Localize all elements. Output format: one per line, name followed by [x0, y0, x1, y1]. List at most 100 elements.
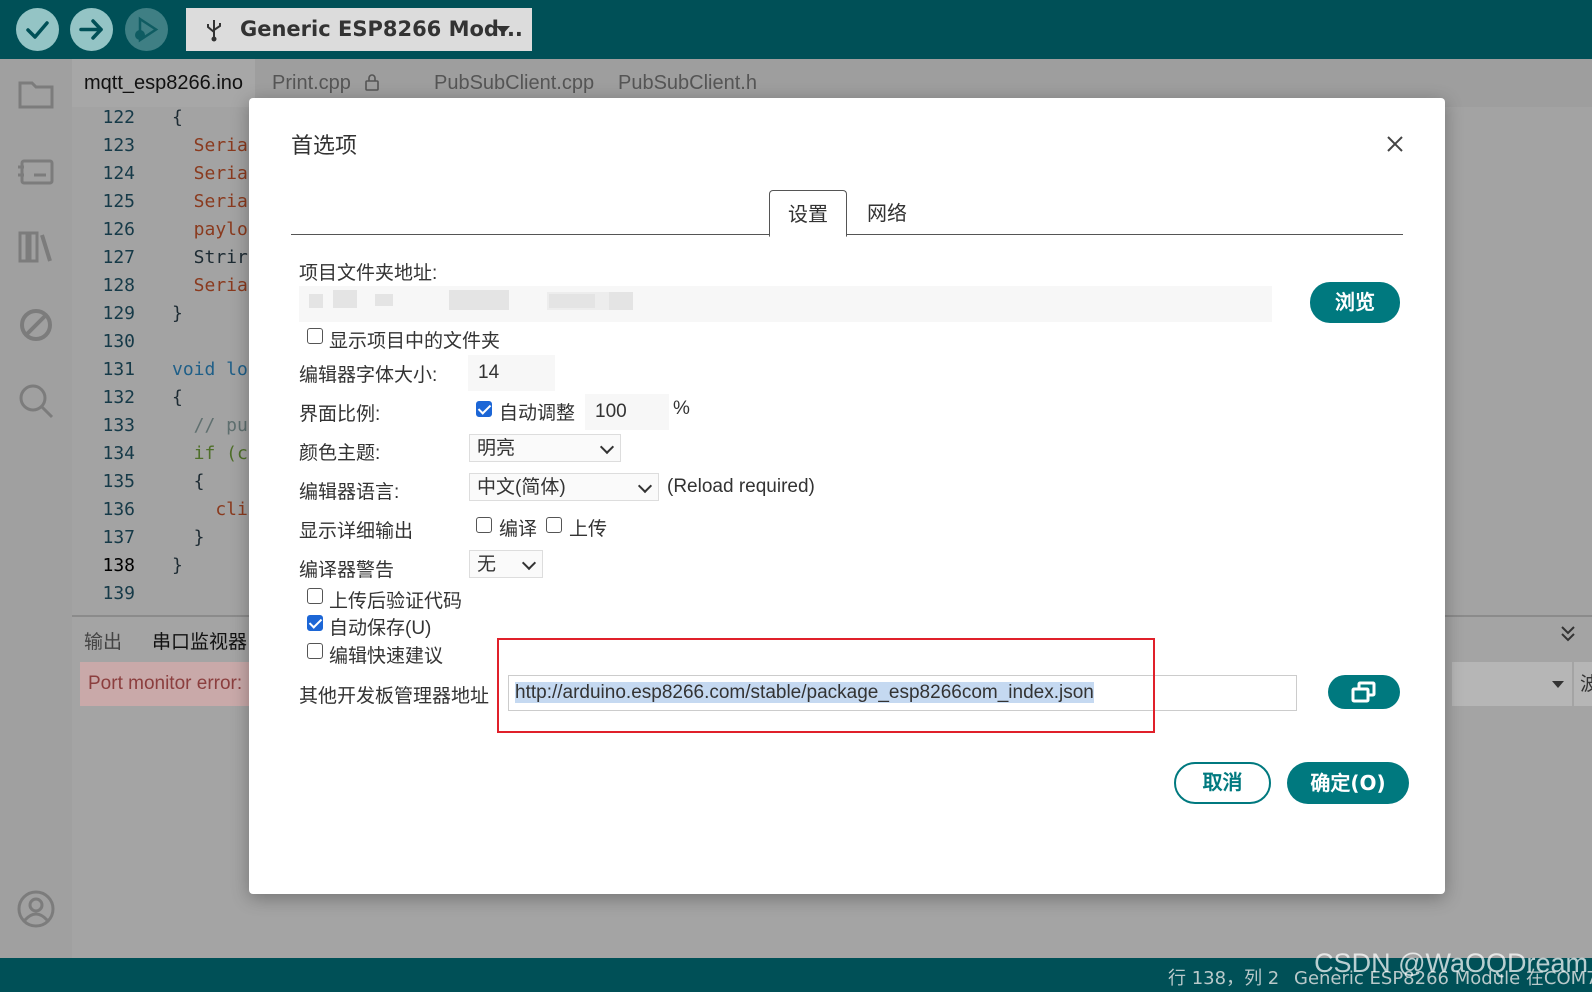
show-files-checkbox[interactable] [307, 328, 323, 344]
status-bar: 行 138，列 2 Generic ESP8266 Module 在COM7上 … [0, 948, 1592, 992]
line-number: 133 [102, 415, 135, 436]
line-number: 126 [102, 219, 135, 240]
sketchbook-path-input[interactable] [299, 286, 1272, 322]
tab-output[interactable]: 输出 [84, 627, 122, 654]
search-icon[interactable] [16, 381, 56, 421]
line-number: 137 [102, 527, 135, 548]
verbose-upload-label: 上传 [569, 519, 608, 540]
reload-note: (Reload required) [667, 476, 815, 497]
debug-icon[interactable] [16, 305, 56, 345]
chevron-down-icon [1552, 681, 1564, 688]
tab-settings[interactable]: 设置 [769, 190, 847, 237]
chevron-down-icon [496, 26, 510, 34]
verbose-compile-checkbox[interactable] [476, 517, 492, 533]
scale-label: 界面比例: [299, 404, 381, 425]
language-select[interactable]: 中文(简体) [469, 473, 659, 501]
debug-icon [135, 16, 159, 43]
theme-select[interactable]: 明亮 [469, 434, 621, 462]
debug-button[interactable] [125, 8, 168, 51]
warnings-label: 编译器警告 [299, 560, 395, 581]
upload-button[interactable] [70, 8, 113, 51]
board-icon[interactable] [16, 151, 56, 191]
warnings-value: 无 [477, 554, 497, 575]
browse-button[interactable]: 浏览 [1310, 282, 1400, 323]
preferences-dialog: 首选项 设置 网络 项目文件夹地址: 浏览 显示项目中的文件夹 编辑器字体大小:… [249, 98, 1445, 894]
quick-suggest-checkbox[interactable] [307, 643, 323, 659]
code-line: Strir [172, 247, 248, 268]
warnings-select[interactable]: 无 [469, 550, 543, 578]
line-number: 127 [102, 247, 135, 268]
open-window-icon [1351, 681, 1376, 703]
chevron-down-icon [637, 478, 653, 494]
line-number: 135 [102, 471, 135, 492]
chevron-down-icon [521, 555, 537, 571]
close-icon[interactable] [1385, 134, 1405, 154]
edit-urls-button[interactable] [1328, 675, 1400, 709]
theme-value: 明亮 [477, 438, 516, 459]
code-line: Seria [172, 135, 248, 156]
sidebar [0, 59, 72, 958]
line-number: 123 [102, 135, 135, 156]
code-line: Seria [172, 191, 248, 212]
tab-network[interactable]: 网络 [857, 190, 917, 235]
verify-button[interactable] [16, 8, 59, 51]
code-line: cli [172, 499, 248, 520]
redacted-path [309, 294, 323, 308]
usb-icon [207, 20, 221, 42]
code-line: { [172, 107, 183, 128]
autosave-checkbox[interactable] [307, 615, 323, 631]
show-files-label: 显示项目中的文件夹 [329, 331, 501, 352]
library-icon[interactable] [16, 227, 56, 267]
theme-label: 颜色主题: [299, 443, 381, 464]
code-line: { [172, 387, 183, 408]
scale-auto-checkbox[interactable] [476, 401, 492, 417]
tab-mqtt-esp8266[interactable]: mqtt_esp8266.ino [72, 59, 256, 107]
tab-serial-monitor[interactable]: 串口监视器 [152, 627, 247, 654]
line-ending-select[interactable] [1452, 662, 1572, 706]
watermark: CSDN @WaOQDream [1314, 948, 1588, 978]
board-selector[interactable]: Generic ESP8266 Mod... [186, 8, 532, 51]
line-number: 125 [102, 191, 135, 212]
code-line: // pu [172, 415, 248, 436]
code-line: } [172, 555, 183, 576]
highlight-box [497, 638, 1155, 733]
code-line: Seria [172, 163, 248, 184]
line-number: 138 [102, 555, 135, 576]
folder-icon[interactable] [16, 73, 56, 113]
line-number: 136 [102, 499, 135, 520]
verify-after-upload-checkbox[interactable] [307, 588, 323, 604]
tabs-divider [291, 234, 1403, 235]
chevron-down-icon [599, 439, 615, 455]
line-number: 132 [102, 387, 135, 408]
port-monitor-error: Port monitor error: [80, 662, 252, 706]
line-number: 124 [102, 163, 135, 184]
redacted-path [333, 290, 357, 308]
code-line: void lo [172, 359, 248, 380]
verbose-compile-label: 编译 [499, 519, 538, 540]
font-size-input[interactable]: 14 [468, 355, 555, 391]
toolbar: Generic ESP8266 Mod... [0, 0, 1592, 59]
cancel-button[interactable]: 取消 [1174, 762, 1271, 804]
code-line: } [172, 303, 183, 324]
board-name: Generic ESP8266 Mod... [240, 17, 523, 41]
code-line: } [172, 527, 205, 548]
cursor-position: 行 138，列 2 [1168, 968, 1280, 989]
line-number: 129 [102, 303, 135, 324]
font-size-label: 编辑器字体大小: [299, 365, 438, 386]
ok-button[interactable]: 确定(O) [1287, 762, 1409, 804]
baud-select[interactable]: 波特率 11 [1574, 662, 1592, 706]
verbose-label: 显示详细输出 [299, 521, 414, 542]
code-line: Seria [172, 275, 248, 296]
scale-input[interactable]: 100 [585, 394, 669, 430]
board-urls-label: 其他开发板管理器地址 [299, 686, 490, 707]
code-line: { [172, 471, 205, 492]
verbose-upload-checkbox[interactable] [546, 517, 562, 533]
autosave-label: 自动保存(U) [329, 618, 432, 639]
verify-after-upload-label: 上传后验证代码 [329, 591, 463, 612]
line-number: 130 [102, 331, 135, 352]
redacted-path [547, 292, 631, 310]
sketchbook-label: 项目文件夹地址: [299, 263, 438, 284]
collapse-icon[interactable] [1556, 621, 1580, 645]
account-icon[interactable] [16, 889, 56, 929]
scale-unit: % [673, 398, 690, 419]
